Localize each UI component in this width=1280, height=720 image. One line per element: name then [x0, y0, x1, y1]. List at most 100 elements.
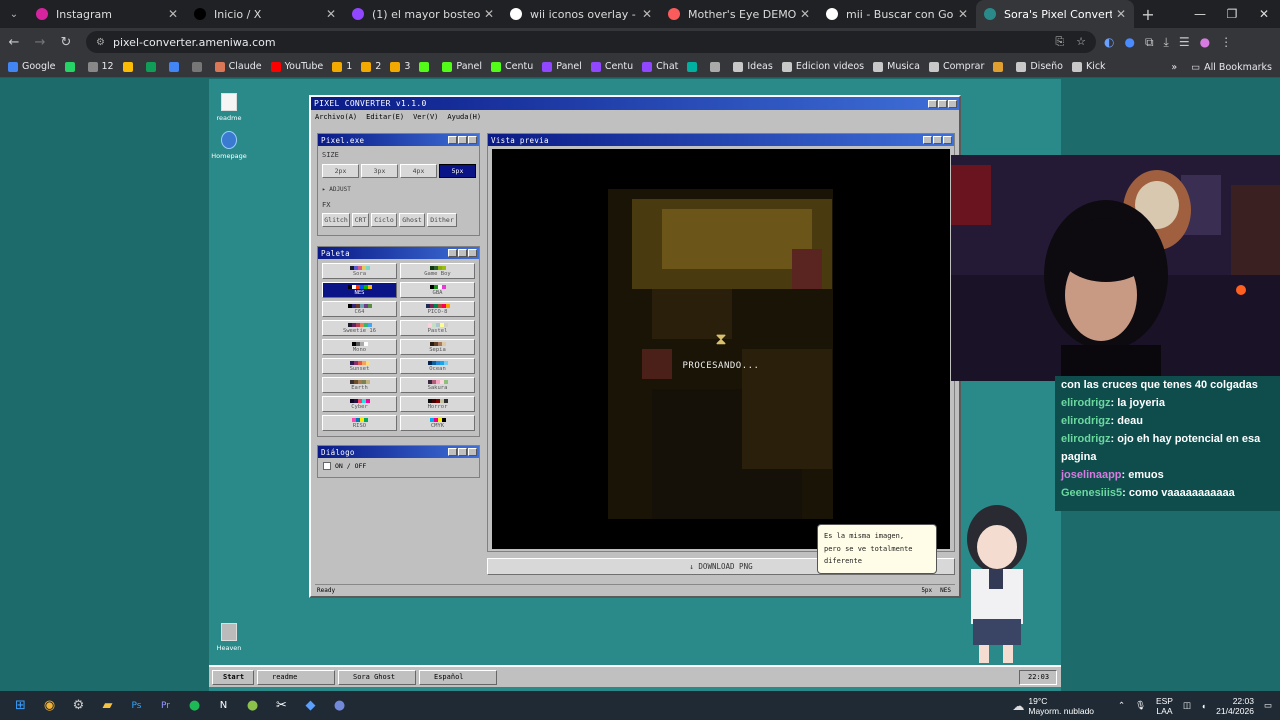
chevron-right-icon[interactable]: » — [1171, 62, 1177, 73]
menu-ver[interactable]: Ver(V) — [413, 113, 438, 121]
bookmark-item[interactable] — [419, 61, 433, 72]
palette-option[interactable]: PICO-8 — [400, 301, 475, 317]
tab-close-icon[interactable]: ✕ — [800, 7, 810, 21]
size-5px-button[interactable]: 5px — [439, 164, 476, 178]
maximize-icon[interactable] — [458, 448, 467, 456]
tab-close-icon[interactable]: ✕ — [168, 7, 178, 21]
all-bookmarks[interactable]: » ▭ All Bookmarks — [1165, 56, 1272, 77]
palette-option[interactable]: Ocean — [400, 358, 475, 374]
bookmark-item[interactable]: 12 — [87, 61, 114, 72]
browser-tab[interactable]: Mother's Eye DEMO by Manux ✕ — [660, 0, 818, 28]
bookmark-item[interactable]: Kick — [1071, 61, 1106, 72]
clock[interactable]: 22:03 21/4/2026 — [1216, 696, 1254, 716]
premiere-icon[interactable]: Pr — [151, 691, 180, 720]
app-icon[interactable]: ◆ — [296, 691, 325, 720]
minimize-icon[interactable] — [923, 136, 932, 144]
browser-tab[interactable]: wii iconos overlay - Buscar con ✕ — [502, 0, 660, 28]
network-icon[interactable]: ◫ — [1183, 700, 1191, 711]
bookmark-item[interactable]: Panel — [542, 61, 582, 72]
bookmark-item[interactable] — [168, 61, 183, 72]
bookmark-item[interactable]: Musica — [873, 61, 920, 72]
size-3px-button[interactable]: 3px — [361, 164, 398, 178]
bookmark-item[interactable]: Centu — [590, 61, 633, 72]
spotify-icon[interactable]: ● — [180, 691, 209, 720]
retro-task-readme[interactable]: readme — [257, 669, 335, 685]
new-tab-button[interactable]: + — [1134, 0, 1162, 28]
minimize-icon[interactable] — [928, 99, 937, 108]
fx-crt-button[interactable]: CRT — [352, 213, 369, 227]
discord-icon[interactable]: ● — [325, 691, 354, 720]
photoshop-icon[interactable]: Ps — [122, 691, 151, 720]
bookmark-item[interactable]: Centu — [491, 61, 533, 72]
bookmark-item[interactable]: Chat — [642, 61, 678, 72]
dialog-toggle[interactable]: ON / OFF — [323, 462, 366, 470]
palette-option[interactable]: Game Boy — [400, 263, 475, 279]
notification-icon[interactable]: ▭ — [1264, 700, 1272, 711]
bookmark-item[interactable]: Comprar — [928, 61, 984, 72]
palette-option[interactable]: Sora — [322, 263, 397, 279]
bookmark-item[interactable] — [145, 61, 160, 72]
bookmark-item[interactable]: Panel — [442, 61, 482, 72]
maximize-button[interactable]: ❐ — [1216, 0, 1248, 28]
maximize-icon[interactable] — [933, 136, 942, 144]
language-indicator[interactable]: ESP LAA — [1156, 696, 1173, 716]
retro-task-espanol[interactable]: Español — [419, 669, 497, 685]
reload-button[interactable]: ↻ — [54, 35, 78, 50]
bookmark-item[interactable] — [64, 61, 79, 72]
cast-icon[interactable]: ⎘ — [1055, 35, 1064, 49]
palette-option[interactable]: RISO — [322, 415, 397, 431]
palette-option[interactable]: NES — [322, 282, 397, 298]
palette-option[interactable]: Mono — [322, 339, 397, 355]
extension-icon[interactable]: ● — [1124, 35, 1134, 50]
menu-archivo[interactable]: Archivo(A) — [315, 113, 357, 121]
forward-button[interactable]: → — [28, 35, 52, 50]
bookmark-item[interactable]: Diseño — [1016, 61, 1063, 72]
desktop-icon-homepage[interactable]: Homepage — [209, 131, 249, 160]
address-bar[interactable]: ⚙ pixel-converter.ameniwa.com ⎘ ☆ — [86, 31, 1096, 53]
bookmark-item[interactable]: Ideas — [733, 61, 773, 72]
tab-close-icon[interactable]: ✕ — [642, 7, 652, 21]
maximize-icon[interactable] — [938, 99, 947, 108]
app-icon[interactable]: ● — [238, 691, 267, 720]
close-icon[interactable] — [948, 99, 957, 108]
maximize-icon[interactable] — [458, 136, 467, 144]
fx-ghost-button[interactable]: Ghost — [399, 213, 425, 227]
bookmark-item[interactable]: Google — [8, 61, 56, 72]
tab-close-icon[interactable]: ✕ — [484, 7, 494, 21]
fx-ciclo-button[interactable]: Ciclo — [371, 213, 397, 227]
browser-tab[interactable]: Instagram ✕ — [28, 0, 186, 28]
close-window-button[interactable]: ✕ — [1248, 0, 1280, 28]
browser-tab[interactable]: Sora's Pixel Converter - Ret ✕ — [976, 0, 1134, 28]
tab-search-button[interactable]: ⌄ — [0, 0, 28, 28]
browser-tab[interactable]: (1) el mayor bosteo - Twitch ✕ — [344, 0, 502, 28]
bookmark-item[interactable] — [993, 61, 1007, 72]
size-4px-button[interactable]: 4px — [400, 164, 437, 178]
bookmark-item[interactable] — [710, 61, 724, 72]
dialog-checkbox[interactable] — [323, 462, 331, 470]
app-icon[interactable]: ⚙ — [64, 691, 93, 720]
palette-option[interactable]: Cyber — [322, 396, 397, 412]
chevron-up-icon[interactable]: ⌃ — [1118, 700, 1125, 711]
bookmark-star-icon[interactable]: ☆ — [1076, 35, 1086, 49]
puzzle-icon[interactable]: ⧉ — [1145, 35, 1154, 50]
extension-icon[interactable]: ◐ — [1104, 35, 1114, 50]
close-icon[interactable] — [468, 249, 477, 257]
size-2px-button[interactable]: 2px — [322, 164, 359, 178]
minimize-icon[interactable] — [448, 249, 457, 257]
bookmark-item[interactable]: 3 — [390, 61, 410, 72]
close-icon[interactable] — [468, 448, 477, 456]
weather-widget[interactable]: ☁ 19°C Mayorm. nublado — [1012, 696, 1094, 716]
palette-option[interactable]: GBA — [400, 282, 475, 298]
close-icon[interactable] — [468, 136, 477, 144]
tab-close-icon[interactable]: ✕ — [958, 7, 968, 21]
tab-close-icon[interactable]: ✕ — [326, 7, 336, 21]
palette-option[interactable]: CMYK — [400, 415, 475, 431]
maximize-icon[interactable] — [458, 249, 467, 257]
notion-icon[interactable]: N — [209, 691, 238, 720]
palette-option[interactable]: C64 — [322, 301, 397, 317]
minimize-icon[interactable] — [448, 448, 457, 456]
profile-avatar[interactable]: ● — [1200, 35, 1210, 50]
download-icon[interactable]: ⤓ — [1164, 35, 1169, 50]
desktop-icon-readme[interactable]: readme — [209, 93, 249, 122]
bookmark-item[interactable] — [191, 61, 206, 72]
